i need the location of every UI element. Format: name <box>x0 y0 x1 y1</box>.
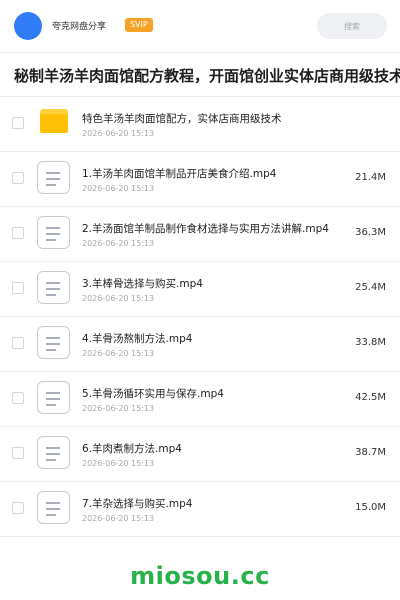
file-icon <box>37 436 70 469</box>
file-name[interactable]: 3.羊棒骨选择与购买.mp4 <box>82 276 203 291</box>
file-date: 2026-06-20 15:13 <box>82 349 155 358</box>
file-size: 15.0M <box>355 502 386 513</box>
file-name[interactable]: 2.羊汤面馆羊制品制作食材选择与实用方法讲解.mp4 <box>82 221 329 236</box>
watermark-text: miosou.cc <box>130 562 270 590</box>
file-icon <box>37 381 70 414</box>
file-name[interactable]: 特色羊汤羊肉面馆配方，实体店商用级技术 <box>82 111 282 126</box>
file-icon <box>37 271 70 304</box>
file-name[interactable]: 6.羊肉煮制方法.mp4 <box>82 441 182 456</box>
file-list: 特色羊汤羊肉面馆配方，实体店商用级技术 2026-06-20 15:13 1.羊汤羊… <box>0 96 400 537</box>
row-checkbox[interactable] <box>12 172 24 184</box>
file-date: 2026-06-20 15:13 <box>82 129 155 138</box>
file-name[interactable]: 1.羊汤羊肉面馆羊制品开店美食介绍.mp4 <box>82 166 276 181</box>
file-name[interactable]: 4.羊骨汤熬制方法.mp4 <box>82 331 192 346</box>
search-input[interactable] <box>317 13 387 39</box>
app-header: 夸克网盘分享 SVIP <box>0 0 400 52</box>
file-row[interactable]: 7.羊杂选择与购买.mp4 2026-06-20 15:13 15.0M <box>0 482 400 537</box>
file-size: 36.3M <box>355 227 386 238</box>
row-checkbox[interactable] <box>12 337 24 349</box>
folder-row[interactable]: 特色羊汤羊肉面馆配方，实体店商用级技术 2026-06-20 15:13 <box>0 96 400 152</box>
file-date: 2026-06-20 15:13 <box>82 404 155 413</box>
file-icon <box>37 491 70 524</box>
row-checkbox[interactable] <box>12 447 24 459</box>
file-icon <box>37 326 70 359</box>
file-size: 38.7M <box>355 447 386 458</box>
file-date: 2026-06-20 15:13 <box>82 514 155 523</box>
file-date: 2026-06-20 15:13 <box>82 294 155 303</box>
file-row[interactable]: 1.羊汤羊肉面馆羊制品开店美食介绍.mp4 2026-06-20 15:13 21.… <box>0 152 400 207</box>
file-size: 33.8M <box>355 337 386 348</box>
file-name[interactable]: 7.羊杂选择与购买.mp4 <box>82 496 192 511</box>
file-name[interactable]: 5.羊骨汤循环实用与保存.mp4 <box>82 386 224 401</box>
folder-icon <box>40 109 68 133</box>
file-date: 2026-06-20 15:13 <box>82 239 155 248</box>
row-checkbox[interactable] <box>12 392 24 404</box>
app-name: 夸克网盘分享 <box>52 22 107 32</box>
file-row[interactable]: 6.羊肉煮制方法.mp4 2026-06-20 15:13 38.7M <box>0 427 400 482</box>
file-icon <box>37 161 70 194</box>
row-checkbox[interactable] <box>12 117 24 129</box>
svip-badge: SVIP <box>125 18 153 32</box>
file-size: 25.4M <box>355 282 386 293</box>
file-row[interactable]: 2.羊汤面馆羊制品制作食材选择与实用方法讲解.mp4 2026-06-20 15:… <box>0 207 400 262</box>
file-icon <box>37 216 70 249</box>
row-checkbox[interactable] <box>12 227 24 239</box>
row-checkbox[interactable] <box>12 282 24 294</box>
file-row[interactable]: 3.羊棒骨选择与购买.mp4 2026-06-20 15:13 25.4M <box>0 262 400 317</box>
row-checkbox[interactable] <box>12 502 24 514</box>
header-divider <box>0 52 400 53</box>
file-date: 2026-06-20 15:13 <box>82 184 155 193</box>
file-row[interactable]: 5.羊骨汤循环实用与保存.mp4 2026-06-20 15:13 42.5M <box>0 372 400 427</box>
page-title: 秘制羊汤羊肉面馆配方教程，开面馆创业实体店商用级技术 <box>14 67 400 85</box>
file-date: 2026-06-20 15:13 <box>82 459 155 468</box>
file-row[interactable]: 4.羊骨汤熬制方法.mp4 2026-06-20 15:13 33.8M <box>0 317 400 372</box>
file-size: 42.5M <box>355 392 386 403</box>
file-size: 21.4M <box>355 172 386 183</box>
avatar[interactable] <box>14 12 42 40</box>
